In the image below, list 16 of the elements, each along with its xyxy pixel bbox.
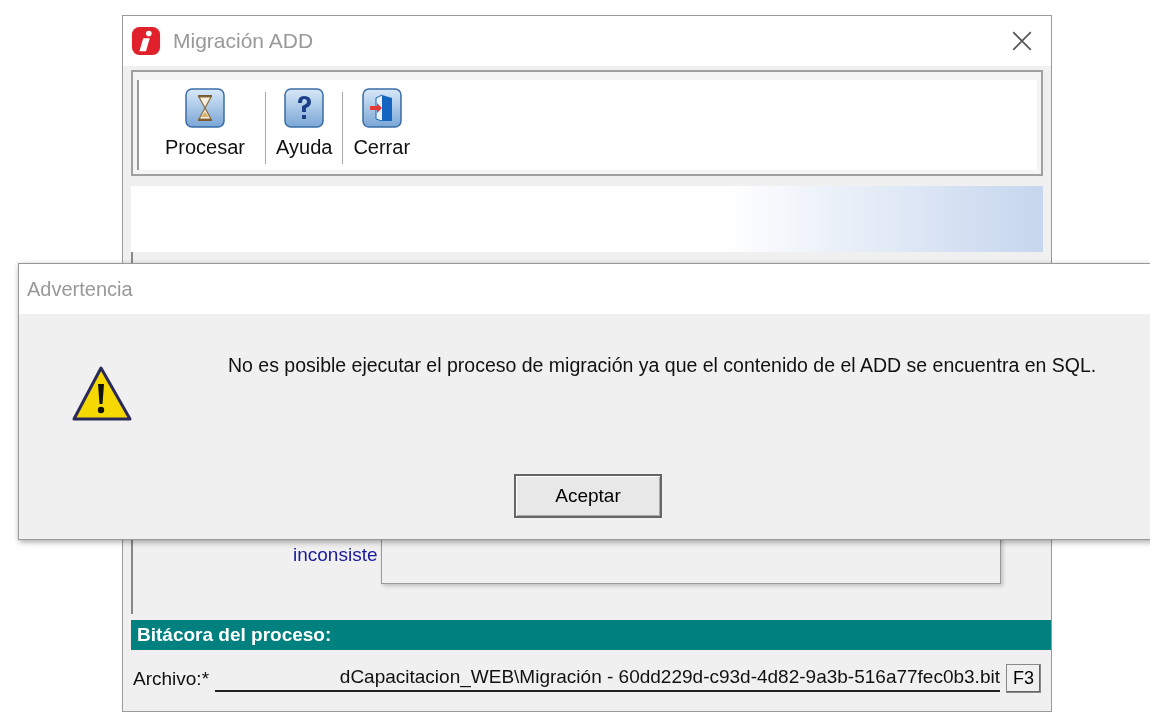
warning-message: No es posible ejecutar el proceso de migración ya que el contenido de el ADD se encuentra en SQL.: [228, 354, 1097, 377]
window-title: Migración ADD: [173, 29, 315, 53]
accept-button[interactable]: Aceptar: [514, 474, 662, 518]
toolbar-button[interactable]: Cerrar: [343, 88, 421, 170]
info-text: inconsiste: [293, 544, 378, 566]
hourglass-icon: [185, 88, 225, 128]
file-label: Archivo:*: [133, 667, 210, 690]
help-icon: [284, 88, 325, 128]
close-icon[interactable]: [1011, 30, 1033, 52]
dialog-title: Advertencia: [19, 264, 1150, 314]
file-path-field[interactable]: dCapacitacion_WEB\Migración - 60dd229d-c93d-4d82-9a3b-516a77fec0b3.bit: [215, 665, 1000, 692]
browse-button[interactable]: F3: [1006, 664, 1041, 693]
toolbar-button[interactable]: Ayuda: [266, 88, 343, 170]
toolbar-button[interactable]: Procesar: [139, 88, 266, 170]
app-logo-icon: [131, 26, 161, 56]
section-header: Bitácora del proceso:: [131, 620, 1051, 650]
